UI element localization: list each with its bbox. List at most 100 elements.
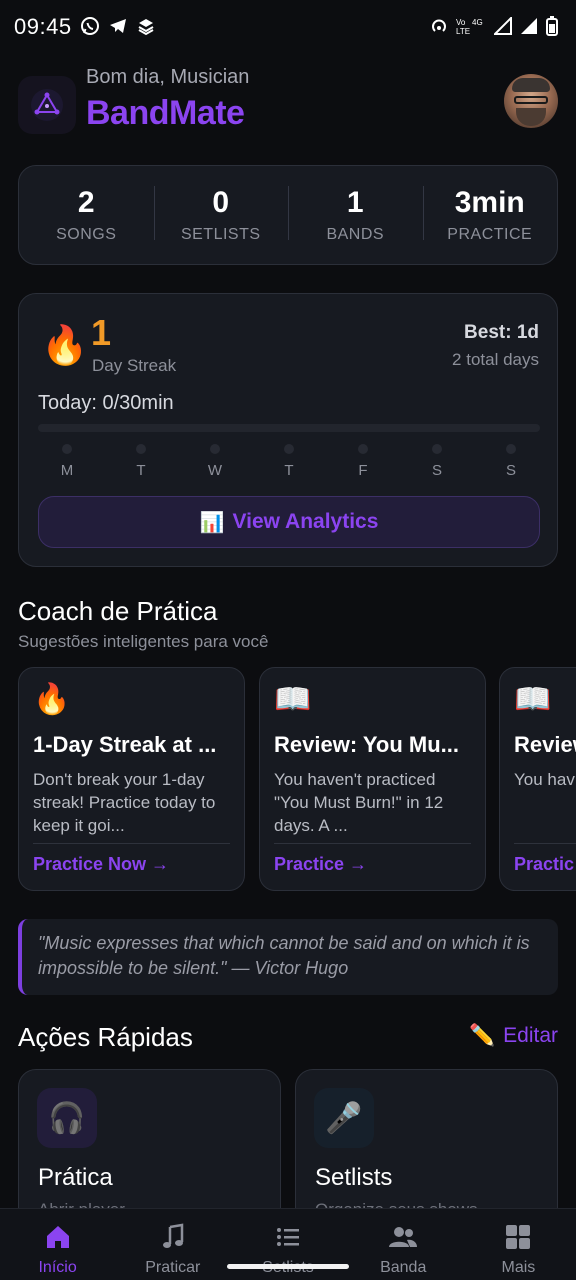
practice-link[interactable]: Practic [514, 854, 576, 875]
streak-card: 🔥 1 Day Streak Best: 1d 2 total days Tod… [18, 293, 558, 567]
stat-setlists[interactable]: 0 SETLISTS [153, 186, 289, 244]
stat-label: SONGS [56, 226, 117, 243]
nav-label: Início [38, 1259, 77, 1276]
gesture-handle[interactable] [227, 1264, 349, 1269]
practice-now-link[interactable]: Practice Now → [33, 854, 230, 875]
view-analytics-button[interactable]: 📊 View Analytics [38, 496, 540, 548]
nav-item-mais[interactable]: Mais [461, 1209, 576, 1280]
nav-item-inicio[interactable]: Início [0, 1209, 115, 1280]
system-icons: Vo LTE 4G [430, 16, 558, 36]
stat-label: BANDS [326, 226, 385, 243]
inspiration-quote: "Music expresses that which cannot be sa… [18, 919, 558, 995]
practice-link[interactable]: Practice → [274, 854, 471, 875]
signal-icon [494, 17, 512, 35]
day-label: S [505, 462, 516, 479]
coach-section-title: Coach de Prática [18, 596, 218, 626]
book-icon: 📖 [274, 683, 312, 716]
nav-label: Praticar [145, 1259, 201, 1276]
svg-text:Vo: Vo [456, 18, 466, 27]
stat-value: 2 [77, 186, 95, 219]
nav-label: Mais [501, 1259, 536, 1276]
day-saturday: S [426, 444, 448, 479]
day-thursday: T [278, 444, 300, 479]
bar-chart-icon: 📊 [199, 511, 225, 534]
greeting-text: Bom dia, Musician [86, 66, 250, 88]
whatsapp-icon [81, 17, 99, 35]
app-logo [18, 76, 76, 134]
logo-icon [31, 89, 63, 121]
coach-section-subtitle: Sugestões inteligentes para você [18, 632, 269, 651]
day-label: W [207, 462, 223, 479]
today-progress-bar [38, 424, 540, 432]
quick-action-title: Prática [38, 1164, 113, 1191]
nav-label: Banda [380, 1259, 427, 1276]
quick-action-title: Setlists [315, 1164, 393, 1191]
battery-icon [546, 16, 558, 36]
hotspot-icon [432, 19, 446, 32]
nav-item-banda[interactable]: Banda [346, 1209, 461, 1280]
streak-label: Day Streak [92, 356, 177, 375]
quote-text: "Music expresses that which cannot be sa… [38, 933, 530, 978]
day-friday: F [352, 444, 374, 479]
stat-label: PRACTICE [447, 226, 533, 243]
day-label: T [136, 462, 146, 479]
day-wednesday: W [204, 444, 226, 479]
best-streak: Best: 1d [464, 322, 539, 343]
avatar[interactable] [504, 74, 558, 128]
coach-card-description: Don't break your 1-day streak! Practice … [33, 770, 216, 835]
week-days: M T W T F S S [38, 444, 540, 479]
music-note-icon [162, 1223, 184, 1248]
volte-icon: VoLTE4G [456, 18, 483, 35]
day-monday: M [56, 444, 78, 479]
coach-card-description: You haven't practiced "You Must Burn!" i… [274, 770, 444, 835]
svg-text:4G: 4G [472, 18, 483, 27]
fire-icon: 🔥 [41, 325, 89, 367]
app-header: Bom dia, Musician BandMate [18, 64, 558, 144]
day-sunday: S [500, 444, 522, 479]
view-analytics-label: View Analytics [232, 510, 379, 533]
bottom-navigation: Início Praticar Setlists Banda Mais [0, 1208, 576, 1280]
people-icon [389, 1227, 418, 1247]
day-label: F [358, 462, 368, 479]
status-bar: 09:45 Vo LTE 4G [0, 0, 576, 56]
stat-label: SETLISTS [180, 226, 261, 243]
notification-icons [80, 16, 156, 36]
nav-item-praticar[interactable]: Praticar [115, 1209, 230, 1280]
edit-quick-actions-button[interactable]: ✏️ Editar [469, 1024, 558, 1048]
nav-item-setlists[interactable]: Setlists [230, 1209, 345, 1280]
quick-action-setlists[interactable]: 🎤 Setlists Organize seus shows [295, 1069, 558, 1229]
stat-value: 3min [454, 186, 525, 219]
coach-carousel[interactable]: 🔥 1-Day Streak at ... Don't break your 1… [18, 667, 576, 891]
fire-icon: 🔥 [33, 683, 71, 716]
telegram-icon [110, 19, 126, 33]
pencil-icon: ✏️ [468, 1024, 496, 1047]
stat-practice[interactable]: 3min PRACTICE [422, 186, 558, 244]
quick-action-practice[interactable]: 🎧 Prática Abrir player [18, 1069, 281, 1229]
day-label: S [431, 462, 442, 479]
list-icon [277, 1228, 299, 1246]
microphone-icon: 🎤 [314, 1088, 374, 1148]
streak-count: 1 [91, 312, 112, 353]
stat-bands[interactable]: 1 BANDS [288, 186, 423, 244]
grid-icon [506, 1225, 531, 1249]
coach-card-streak[interactable]: 🔥 1-Day Streak at ... Don't break your 1… [18, 667, 245, 891]
status-time: 09:45 [14, 14, 72, 39]
edit-label: Editar [503, 1024, 558, 1047]
coach-card-review-2[interactable]: 📖 Review You hav practic My Life Practic [499, 667, 576, 891]
svg-text:LTE: LTE [456, 27, 470, 35]
total-days: 2 total days [452, 350, 539, 369]
coach-card-title: Review: You Mu... [274, 732, 459, 757]
stat-value: 0 [212, 186, 230, 219]
stat-value: 1 [346, 186, 364, 219]
app-title: BandMate [86, 94, 245, 132]
coach-card-title: 1-Day Streak at ... [33, 732, 217, 757]
coach-card-title: Review [514, 732, 576, 757]
signal-icon-2 [521, 18, 537, 34]
stat-songs[interactable]: 2 SONGS [19, 186, 154, 244]
today-progress-text: Today: 0/30min [38, 392, 174, 414]
layers-icon [138, 19, 154, 36]
home-icon [46, 1226, 69, 1248]
coach-card-review[interactable]: 📖 Review: You Mu... You haven't practice… [259, 667, 486, 891]
headphones-icon: 🎧 [37, 1088, 97, 1148]
stats-card: 2 SONGS 0 SETLISTS 1 BANDS 3min PRACTICE [18, 165, 558, 265]
